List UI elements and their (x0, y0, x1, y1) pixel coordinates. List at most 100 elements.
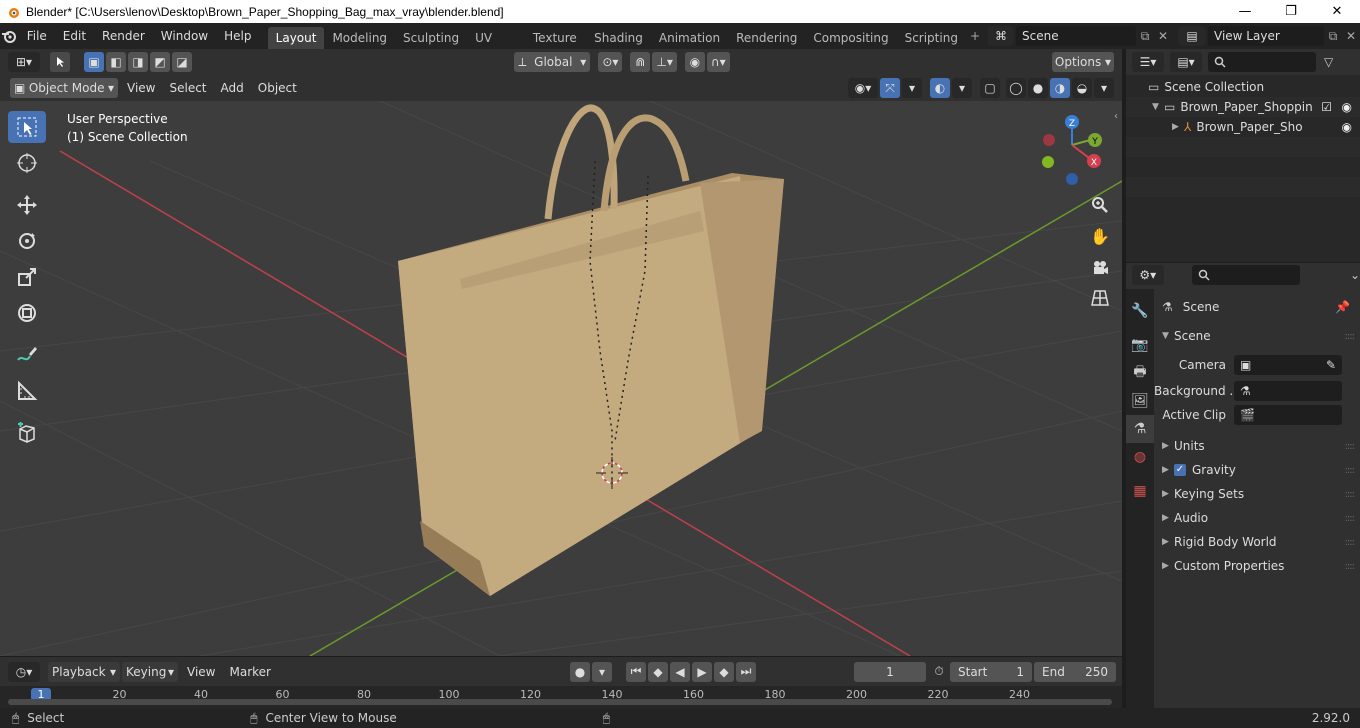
texture-tab-icon[interactable]: ▦ (1126, 477, 1154, 505)
tab-layout[interactable]: Layout (267, 27, 325, 49)
view-layer-selector-icon[interactable]: ▤ (1178, 26, 1207, 46)
overlays-chevron-icon[interactable]: ▾ (952, 78, 972, 98)
outliner-row-object[interactable]: ▶ ⅄ Brown_Paper_Shoppi ◉ (1126, 117, 1360, 137)
chevron-down-icon[interactable]: ⌄ (1350, 268, 1360, 282)
scene-selector-icon[interactable]: ⌘ (988, 26, 1015, 46)
jump-to-start-icon[interactable]: ⏮ (626, 661, 646, 682)
xray-toggle-icon[interactable]: ▢ (980, 78, 1000, 98)
tab-rendering[interactable]: Rendering (728, 27, 805, 49)
rotate-tool-icon[interactable] (8, 225, 46, 257)
close-button[interactable]: ✕ (1314, 0, 1360, 23)
overlays-toggle-icon[interactable]: ◐ (930, 78, 950, 98)
snap-target-icon[interactable]: ⊥▾ (652, 52, 677, 72)
timeline-menu-view[interactable]: View (180, 665, 222, 679)
select-mode-new-icon[interactable]: ▣ (84, 52, 104, 72)
3d-viewport[interactable]: Z Y X User Perspective (1) Scene Collect… (0, 101, 1122, 656)
playback-menu[interactable]: Playback ▾ (48, 661, 120, 682)
drag-grip-icon[interactable]: :::: (1345, 489, 1356, 500)
proportional-edit-icon[interactable]: ◉ (684, 52, 705, 72)
visibility-eye-icon[interactable]: ◉ (1342, 120, 1352, 134)
world-tab-icon[interactable]: ◍ (1126, 443, 1154, 471)
start-frame-field[interactable]: Start 1 (950, 661, 1032, 682)
panel-audio-header[interactable]: ▶ Audio :::: (1154, 506, 1360, 530)
maximize-button[interactable]: ❐ (1268, 0, 1314, 23)
active-clip-field[interactable]: 🎬 (1234, 405, 1342, 425)
select-box-tool-icon[interactable] (8, 111, 46, 143)
filter-icon[interactable]: ▽ (1324, 55, 1333, 69)
annotate-tool-icon[interactable] (8, 339, 46, 371)
menu-help[interactable]: Help (216, 23, 259, 49)
solid-shading-icon[interactable]: ● (1028, 78, 1048, 98)
shading-chevron-icon[interactable]: ▾ (1094, 78, 1114, 98)
drag-grip-icon[interactable]: :::: (1345, 331, 1356, 342)
view-layer-tab-icon[interactable]: 🖼 (1126, 387, 1154, 415)
tab-compositing[interactable]: Compositing (805, 27, 896, 49)
gravity-checkbox[interactable]: ✓ (1174, 464, 1186, 476)
cursor-tool-icon[interactable] (8, 147, 46, 179)
select-mode-intersect-icon[interactable]: ◪ (172, 52, 192, 72)
jump-to-keyframe-forward-icon[interactable]: ◆ (714, 661, 734, 682)
tab-uv-editing[interactable]: UV Editing (467, 27, 525, 67)
panel-units-header[interactable]: ▶ Units :::: (1154, 434, 1360, 458)
material-preview-shading-icon[interactable]: ◑ (1050, 78, 1070, 98)
panel-scene-header[interactable]: ▼ Scene :::: (1154, 324, 1360, 348)
drag-grip-icon[interactable]: :::: (1345, 561, 1356, 572)
scene-tab-icon[interactable]: ⚗ (1126, 415, 1154, 443)
outliner-row-collection[interactable]: ▼ ▭ Brown_Paper_Shopping_I ☑ ◉ (1126, 97, 1360, 117)
rendered-shading-icon[interactable]: ◒ (1072, 78, 1092, 98)
drag-grip-icon[interactable]: :::: (1345, 537, 1356, 548)
properties-search-input[interactable] (1191, 265, 1300, 285)
view-layer-field[interactable]: View Layer (1208, 26, 1325, 46)
auto-keying-record-icon[interactable]: ● (570, 661, 590, 682)
menu-window[interactable]: Window (153, 23, 216, 49)
options-dropdown[interactable]: Options ▾ (1052, 52, 1114, 72)
current-frame-field[interactable]: 1 (854, 661, 926, 682)
ortho-grid-icon[interactable] (1086, 284, 1114, 312)
visibility-eye-icon[interactable]: ◉▾ (848, 78, 878, 98)
visibility-eye-icon[interactable]: ◉ (1342, 100, 1352, 114)
editor-type-icon[interactable]: ⊞▾ (8, 52, 40, 72)
navigation-gizmo[interactable]: Z Y X (1042, 115, 1102, 185)
menu-edit[interactable]: Edit (55, 23, 94, 49)
delete-scene-icon[interactable]: ✕ (1154, 29, 1172, 43)
move-tool-icon[interactable] (8, 189, 46, 221)
mode-dropdown[interactable]: ▣ Object Mode ▾ (10, 78, 118, 98)
timeline-ruler[interactable]: 1 20 40 60 80 100 120 140 160 180 200 220 240 (0, 686, 1122, 708)
shopping-bag-model[interactable] (398, 104, 784, 596)
exclude-checkbox[interactable]: ☑ (1321, 100, 1332, 114)
keying-menu[interactable]: Keying ▾ (122, 661, 178, 682)
drag-grip-icon[interactable]: :::: (1345, 513, 1356, 524)
jump-to-keyframe-back-icon[interactable]: ◆ (648, 661, 668, 682)
tool-tab-icon[interactable]: 🔧 (1126, 297, 1154, 325)
outliner-search-input[interactable] (1208, 52, 1316, 72)
scale-tool-icon[interactable] (8, 261, 46, 293)
gizmo-toggle-icon[interactable]: ⤧ (880, 78, 900, 98)
tab-shading[interactable]: Shading (586, 27, 651, 49)
panel-keying-sets-header[interactable]: ▶ Keying Sets :::: (1154, 482, 1360, 506)
minimize-button[interactable]: — (1222, 0, 1268, 23)
transform-tool-icon[interactable] (8, 297, 46, 329)
panel-custom-properties-header[interactable]: ▶ Custom Properties :::: (1154, 554, 1360, 578)
keying-set-chevron-icon[interactable]: ▾ (592, 661, 612, 682)
expand-triangle-icon[interactable]: ▼ (1152, 102, 1164, 112)
tab-modeling[interactable]: Modeling (324, 27, 395, 49)
tab-texture-paint[interactable]: Texture Paint (525, 27, 586, 67)
select-mode-invert-icon[interactable]: ◩ (150, 52, 170, 72)
gizmo-chevron-icon[interactable]: ▾ (902, 78, 922, 98)
drag-grip-icon[interactable]: :::: (1345, 465, 1356, 476)
menu-render[interactable]: Render (94, 23, 153, 49)
timeline-scrollbar[interactable] (8, 699, 1112, 705)
sidebar-toggle-icon[interactable]: ‹ (1114, 111, 1122, 135)
delete-view-layer-icon[interactable]: ✕ (1342, 29, 1360, 43)
render-tab-icon[interactable]: 📷 (1126, 331, 1154, 359)
wireframe-shading-icon[interactable]: ◯ (1006, 78, 1026, 98)
proportional-falloff-icon[interactable]: ∩▾ (706, 52, 730, 72)
scene-name-field[interactable]: Scene (1016, 26, 1137, 46)
measure-tool-icon[interactable] (8, 375, 46, 407)
zoom-icon[interactable] (1086, 191, 1114, 219)
camera-view-icon[interactable] (1086, 254, 1114, 282)
drag-grip-icon[interactable]: :::: (1345, 441, 1356, 452)
output-tab-icon[interactable]: 🖶 (1126, 359, 1154, 387)
outliner-row-scene-collection[interactable]: ▭ Scene Collection (1126, 77, 1360, 97)
viewport-menu-view[interactable]: View (120, 81, 162, 95)
